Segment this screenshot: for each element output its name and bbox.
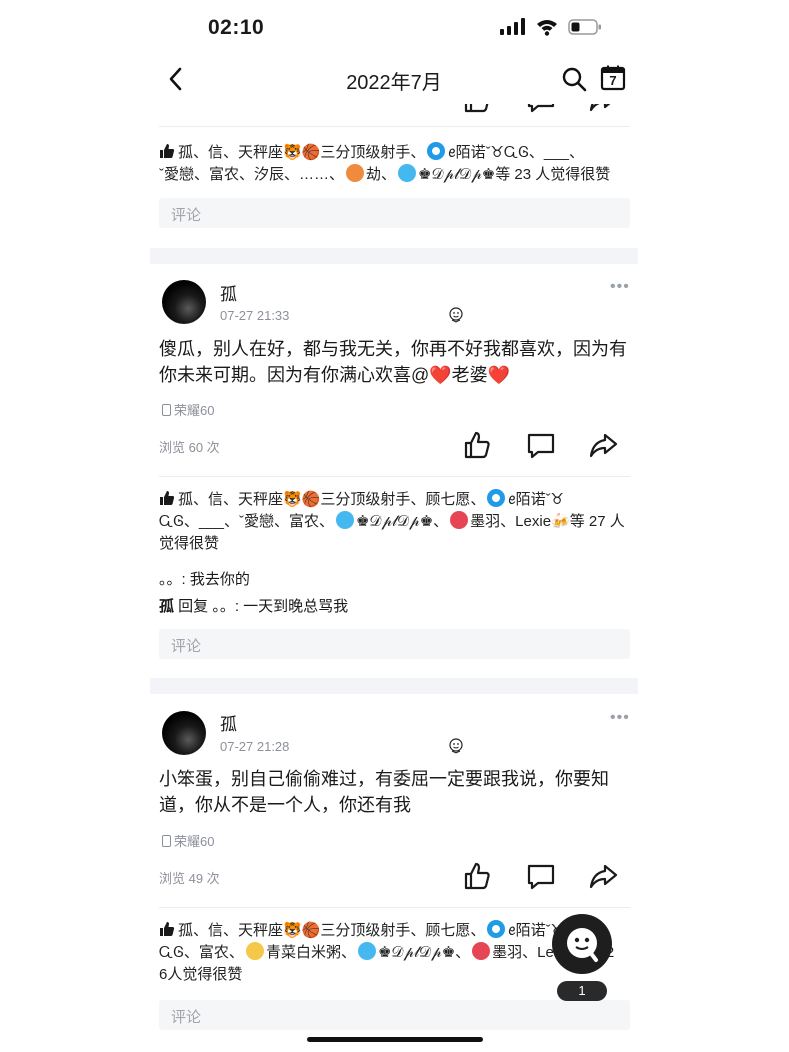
- comment-reply[interactable]: 孤 回复 。。: 一天到晚总骂我: [159, 595, 348, 616]
- divider-line: [159, 476, 630, 477]
- ghost-face-icon: [567, 928, 598, 962]
- view-count: 浏览 60 次: [159, 440, 220, 455]
- like-icon[interactable]: [462, 861, 492, 891]
- thumb-up-icon: [160, 922, 175, 936]
- crown-badge-icon: [472, 942, 491, 960]
- comment-item[interactable]: 。。: 我去你的: [159, 568, 250, 589]
- comment-icon[interactable]: [526, 861, 556, 891]
- notification-count-badge[interactable]: 1: [557, 981, 607, 1001]
- status-icons: [500, 18, 602, 36]
- post-separator: [150, 248, 638, 264]
- author-name[interactable]: 孤: [220, 280, 237, 305]
- search-icon[interactable]: [560, 65, 588, 93]
- battery-icon: [568, 19, 601, 35]
- phone-icon: [162, 835, 171, 847]
- post-content: 小笨蛋，别自己偷偷难过，有委屈一定要跟我说，你要知道，你从不是一个人，你还有我: [159, 769, 609, 815]
- smiley-face-icon: [449, 307, 463, 323]
- comment-input[interactable]: 评论: [159, 629, 630, 659]
- likes-list: 孤、信、天秤座🐯🏀三分顶级射手、顾七愿、 ꫀ陌诺ˇ♉ ᏩᎶ、___、ˇ愛戀、富农、…: [159, 489, 625, 552]
- calendar-icon[interactable]: 7: [600, 65, 626, 91]
- smiley-face-icon: [449, 738, 463, 754]
- thumb-up-icon: [160, 491, 175, 505]
- post-content: 傻瓜，别人在好，都与我无关，你再不好我都喜欢，因为有你未来可期。因为有你满心欢喜…: [159, 339, 627, 385]
- floating-chat-button[interactable]: [552, 914, 612, 974]
- phone-icon: [162, 404, 171, 416]
- likes-list: 孤、信、天秤座🐯🏀三分顶级射手、 ꫀ陌诺ˇ♉ᏩᎶ、___、 ˇ愛戀、富农、汐辰、……: [159, 142, 611, 183]
- post-time: 07-27 21:33: [220, 308, 290, 323]
- status-time: 02:10: [208, 16, 265, 39]
- post-separator: [150, 678, 638, 694]
- more-options-icon[interactable]: •••: [610, 709, 630, 727]
- share-icon-partial[interactable]: [588, 104, 618, 114]
- divider-line: [159, 126, 630, 127]
- share-icon[interactable]: [588, 430, 618, 460]
- like-icon-partial[interactable]: [462, 104, 492, 114]
- user-badge-icon: [487, 489, 506, 507]
- moments-feed[interactable]: 孤、信、天秤座🐯🏀三分顶级射手、 ꫀ陌诺ˇ♉ᏩᎶ、___、 ˇ愛戀、富农、汐辰、……: [150, 104, 638, 1052]
- thumb-up-icon: [160, 144, 175, 158]
- crown-badge-icon: [335, 511, 354, 529]
- crown-badge-icon: [357, 942, 376, 960]
- comment-icon-partial[interactable]: [526, 104, 556, 114]
- nav-bar: 2022年7月 7: [150, 56, 638, 104]
- comment-input[interactable]: 评论: [159, 198, 630, 228]
- divider-line: [159, 907, 630, 908]
- author-name[interactable]: 孤: [220, 710, 237, 735]
- user-badge-icon: [245, 942, 264, 960]
- like-icon[interactable]: [462, 430, 492, 460]
- more-options-icon[interactable]: •••: [610, 278, 630, 296]
- status-bar: 02:10: [0, 0, 789, 56]
- crown-badge-icon: [450, 511, 469, 529]
- user-badge-icon: [427, 142, 446, 160]
- post-time: 07-27 21:28: [220, 739, 290, 754]
- comment-input[interactable]: 评论: [159, 1000, 630, 1030]
- calendar-day: 7: [609, 73, 617, 88]
- reply-author: 孤: [159, 598, 175, 615]
- share-icon[interactable]: [588, 861, 618, 891]
- wifi-icon: [537, 20, 557, 36]
- view-count: 浏览 49 次: [159, 871, 220, 886]
- crown-badge-icon: [398, 164, 417, 182]
- home-indicator[interactable]: [307, 1037, 483, 1042]
- avatar[interactable]: [162, 711, 206, 755]
- user-badge-icon: [346, 164, 364, 182]
- device-label: 荣耀60: [162, 831, 214, 850]
- signal-icon: [500, 18, 525, 35]
- user-badge-icon: [487, 920, 506, 938]
- device-label: 荣耀60: [162, 400, 214, 419]
- avatar[interactable]: [162, 280, 206, 324]
- comment-icon[interactable]: [526, 430, 556, 460]
